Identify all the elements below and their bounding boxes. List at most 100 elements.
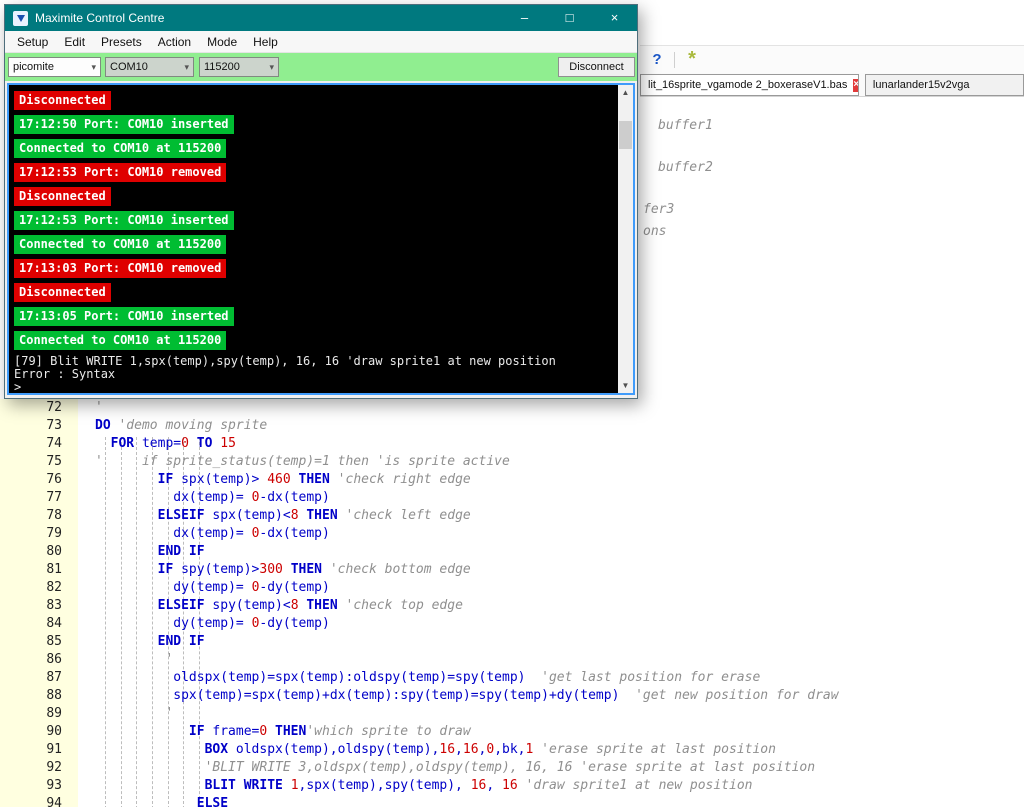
line-text: BOX oldspx(temp),oldspy(temp),16,16,0,bk…: [204, 742, 776, 757]
editor-tab[interactable]: lit_16sprite_vgamode 2_boxeraseV1.bas ×: [640, 74, 859, 96]
code-line: 86 ': [0, 651, 1024, 669]
scroll-up-icon[interactable]: ▲: [618, 85, 633, 100]
disconnect-button[interactable]: Disconnect: [558, 57, 635, 77]
line-number: 76: [0, 471, 78, 489]
menubar: Setup Edit Presets Action Mode Help: [5, 31, 637, 53]
tab-label: lunarlander15v2vga: [872, 79, 970, 91]
line-text: IF spx(temp)> 460 THEN 'check right edge: [157, 472, 471, 487]
line-text: dy(temp)= 0-dy(temp): [173, 616, 330, 631]
line-number: 86: [0, 651, 78, 669]
code-lines: 72 ' 73 DO 'demo moving sprite 74 FOR temp=0…: [0, 399, 1024, 807]
line-number: 90: [0, 723, 78, 741]
line-text: ELSEIF spx(temp)<8 THEN 'check left edge: [157, 508, 471, 523]
code-line: 80 END IF: [0, 543, 1024, 561]
terminal-line: Disconnected: [14, 185, 618, 209]
editor-tabbar: lit_16sprite_vgamode 2_boxeraseV1.bas × lu…: [640, 73, 1024, 97]
terminal[interactable]: Disconnected 17:12:50 Port: COM10 inserte…: [7, 83, 635, 395]
line-text: FOR temp=0 TO 15: [110, 436, 236, 451]
code-line: 74 FOR temp=0 TO 15: [0, 435, 1024, 453]
line-text: DO 'demo moving sprite: [95, 418, 268, 433]
line-number: 74: [0, 435, 78, 453]
terminal-line: [79] Blit WRITE 1,spx(temp),spy(temp), 1…: [14, 354, 556, 368]
line-number: 84: [0, 615, 78, 633]
menu-action[interactable]: Action: [150, 33, 199, 51]
line-number: 78: [0, 507, 78, 525]
code-line: 78 ELSEIF spx(temp)<8 THEN 'check left e…: [0, 507, 1024, 525]
line-text: ': [95, 400, 103, 415]
chevron-down-icon: ▾: [269, 61, 274, 72]
menu-edit[interactable]: Edit: [56, 33, 93, 51]
code-line: 88 spx(temp)=spx(temp)+dx(temp):spy(temp…: [0, 687, 1024, 705]
line-text: dx(temp)= 0-dx(temp): [173, 526, 330, 541]
line-text: BLIT WRITE 1,spx(temp),spy(temp), 16, 16…: [204, 778, 753, 793]
code-line: 83 ELSEIF spy(temp)<8 THEN 'check top ed…: [0, 597, 1024, 615]
screen: ? * lit_16sprite_vgamode 2_boxeraseV1.ba…: [0, 0, 1024, 807]
close-button[interactable]: ×: [592, 5, 637, 31]
line-number: 83: [0, 597, 78, 615]
code-line: 94 ELSE: [0, 795, 1024, 807]
menu-setup[interactable]: Setup: [9, 33, 56, 51]
terminal-line: 17:12:53 Port: COM10 removed: [14, 161, 618, 185]
line-number: 85: [0, 633, 78, 651]
line-text: dx(temp)= 0-dx(temp): [173, 490, 330, 505]
port-select[interactable]: COM10 ▾: [105, 57, 194, 77]
line-text: ': [165, 652, 174, 667]
connection-toolbar: picomite ▾ COM10 ▾ 115200 ▾ Disconnect: [5, 53, 637, 81]
line-number: 88: [0, 687, 78, 705]
code-area[interactable]: 72 ' 73 DO 'demo moving sprite 74 FOR temp=0…: [0, 399, 1024, 807]
line-number: 73: [0, 417, 78, 435]
scrollbar-thumb[interactable]: [619, 121, 632, 149]
terminal-line: Disconnected: [14, 281, 618, 305]
terminal-line: 17:12:53 Port: COM10 inserted: [14, 209, 618, 233]
line-number: 81: [0, 561, 78, 579]
line-number: 72: [0, 399, 78, 417]
line-number: 92: [0, 759, 78, 777]
code-line: 87 oldspx(temp)=spx(temp):oldspy(temp)=s…: [0, 669, 1024, 687]
menu-help[interactable]: Help: [245, 33, 286, 51]
baud-select-value: 115200: [204, 61, 240, 73]
editor-tab[interactable]: lunarlander15v2vga: [864, 74, 1024, 96]
scroll-down-icon[interactable]: ▼: [618, 378, 633, 393]
titlebar[interactable]: Maximite Control Centre – □ ×: [5, 5, 637, 31]
code-line: 91 BOX oldspx(temp),oldspy(temp),16,16,0…: [0, 741, 1024, 759]
help-icon[interactable]: ?: [648, 51, 666, 69]
app-icon: [13, 10, 28, 26]
tab-close-icon[interactable]: ×: [853, 78, 858, 92]
terminal-output[interactable]: Disconnected 17:12:50 Port: COM10 inserte…: [9, 85, 618, 393]
terminal-scrollbar[interactable]: ▲ ▼: [618, 85, 633, 393]
chevron-down-icon: ▾: [184, 61, 189, 72]
port-select-value: COM10: [110, 61, 148, 73]
line-number: 75: [0, 453, 78, 471]
run-icon[interactable]: *: [683, 49, 701, 69]
code-line: 76 IF spx(temp)> 460 THEN 'check right e…: [0, 471, 1024, 489]
code-line: 73 DO 'demo moving sprite: [0, 417, 1024, 435]
window-title: Maximite Control Centre: [35, 11, 165, 25]
code-line: 72 ': [0, 399, 1024, 417]
code-line: 93 BLIT WRITE 1,spx(temp),spy(temp), 16,…: [0, 777, 1024, 795]
line-number: 82: [0, 579, 78, 597]
line-text: dy(temp)= 0-dy(temp): [173, 580, 330, 595]
code-line: 85 END IF: [0, 633, 1024, 651]
terminal-line: 17:13:05 Port: COM10 inserted: [14, 305, 618, 329]
menu-presets[interactable]: Presets: [93, 33, 150, 51]
toolbar-separator: [674, 51, 675, 68]
terminal-line: Connected to COM10 at 115200: [14, 233, 618, 257]
line-number: 94: [0, 795, 78, 807]
line-text: IF spy(temp)>300 THEN 'check bottom edge: [157, 562, 471, 577]
terminal-line: 17:13:03 Port: COM10 removed: [14, 257, 618, 281]
code-line: 77 dx(temp)= 0-dx(temp): [0, 489, 1024, 507]
minimize-button[interactable]: –: [502, 5, 547, 31]
maximize-button[interactable]: □: [547, 5, 592, 31]
code-fragment: ons: [643, 224, 667, 239]
code-line: 90 IF frame=0 THEN'which sprite to draw: [0, 723, 1024, 741]
device-select[interactable]: picomite ▾: [8, 57, 101, 77]
baud-select[interactable]: 115200 ▾: [199, 57, 279, 77]
menu-mode[interactable]: Mode: [199, 33, 245, 51]
line-text: IF frame=0 THEN'which sprite to draw: [188, 724, 471, 739]
line-number: 91: [0, 741, 78, 759]
line-number: 89: [0, 705, 78, 723]
line-text: END IF: [157, 634, 205, 649]
terminal-line: Connected to COM10 at 115200: [14, 137, 618, 161]
code-line: 79 dx(temp)= 0-dx(temp): [0, 525, 1024, 543]
line-text: ': [165, 706, 174, 721]
